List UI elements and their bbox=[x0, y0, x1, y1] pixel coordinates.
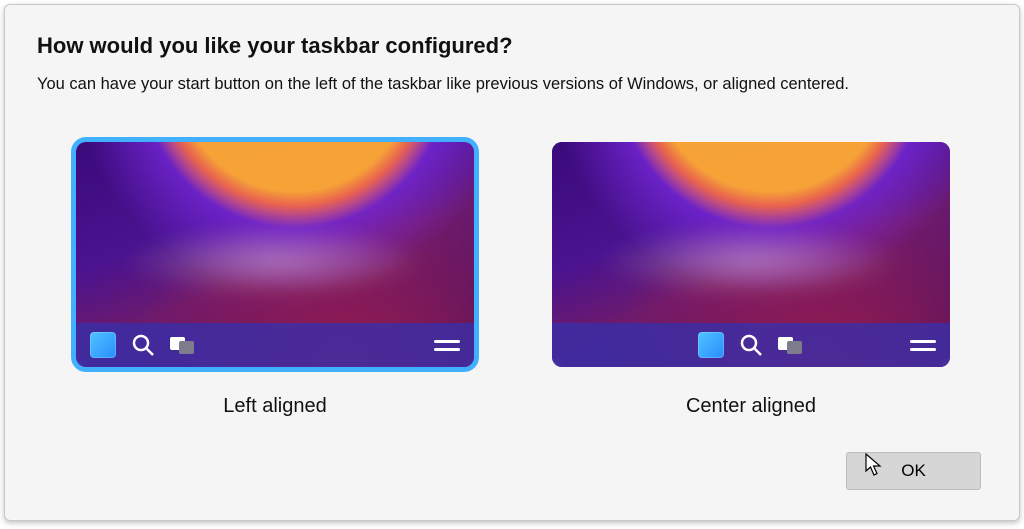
ok-button[interactable]: OK bbox=[846, 452, 981, 490]
option-center-aligned[interactable]: Center aligned bbox=[551, 142, 951, 418]
start-tile-icon bbox=[90, 332, 116, 358]
dialog-footer: OK bbox=[846, 452, 981, 490]
preview-center-aligned bbox=[552, 142, 950, 367]
taskbar-config-dialog: How would you like your taskbar configur… bbox=[4, 4, 1020, 521]
start-tile-icon bbox=[698, 332, 724, 358]
tray-lines-icon bbox=[910, 340, 936, 351]
search-icon bbox=[130, 332, 156, 358]
taskbar-alignment-options: Left aligned bbox=[37, 142, 987, 418]
taskview-icon bbox=[170, 332, 196, 358]
option-label-center: Center aligned bbox=[686, 395, 816, 418]
taskview-icon bbox=[778, 332, 804, 358]
taskbar-preview-center bbox=[552, 323, 950, 367]
taskbar-preview-left bbox=[76, 323, 474, 367]
option-label-left: Left aligned bbox=[223, 395, 326, 418]
tray-lines-icon bbox=[434, 340, 460, 351]
dialog-title: How would you like your taskbar configur… bbox=[37, 33, 987, 59]
search-icon bbox=[738, 332, 764, 358]
preview-left-aligned bbox=[76, 142, 474, 367]
option-left-aligned[interactable]: Left aligned bbox=[75, 142, 475, 418]
dialog-subtitle: You can have your start button on the le… bbox=[37, 75, 987, 94]
